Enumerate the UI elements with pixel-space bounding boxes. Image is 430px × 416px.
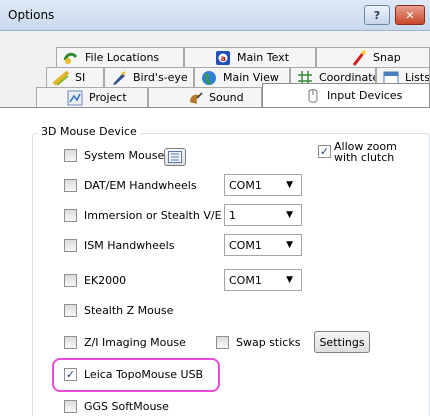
- zi-imaging-label: Z/I Imaging Mouse: [84, 336, 186, 349]
- sound-icon: [187, 90, 203, 106]
- ek2000-port-select[interactable]: COM1 ▼: [224, 269, 302, 291]
- leica-option[interactable]: ✓ Leica TopoMouse USB: [64, 368, 203, 381]
- window-title: Options: [8, 8, 55, 22]
- title-bar[interactable]: Options ? ✕: [0, 0, 430, 31]
- ism-port-select[interactable]: COM1 ▼: [224, 234, 302, 256]
- dat-em-option[interactable]: DAT/EM Handwheels: [64, 179, 197, 192]
- dat-em-checkbox[interactable]: [64, 179, 77, 192]
- help-button[interactable]: ?: [364, 5, 390, 25]
- svg-text:a: a: [221, 54, 226, 63]
- ism-checkbox[interactable]: [64, 239, 77, 252]
- chevron-down-icon: ▼: [286, 180, 293, 190]
- immersion-option[interactable]: Immersion or Stealth V/E: [64, 209, 222, 222]
- system-mouse-checkbox[interactable]: [64, 149, 77, 162]
- tab-input-devices[interactable]: Input Devices: [262, 83, 430, 107]
- ism-option[interactable]: ISM Handwheels: [64, 239, 174, 252]
- dat-em-port-select[interactable]: COM1 ▼: [224, 174, 302, 196]
- system-mouse-option[interactable]: System Mouse: [64, 149, 164, 162]
- immersion-value-select[interactable]: 1 ▼: [224, 204, 302, 226]
- tab-snap[interactable]: Snap: [316, 47, 430, 67]
- chevron-down-icon: ▼: [286, 240, 293, 250]
- ek2000-option[interactable]: EK2000: [64, 274, 126, 287]
- tab-birdseye-label: Bird's-eye: [133, 71, 188, 84]
- chevron-down-icon: ▼: [286, 275, 293, 285]
- dat-em-port-value: COM1: [229, 178, 262, 192]
- tab-project[interactable]: Project: [36, 87, 148, 107]
- close-button[interactable]: ✕: [395, 5, 425, 25]
- ggs-label: GGS SoftMouse: [84, 400, 169, 413]
- ek2000-checkbox[interactable]: [64, 274, 77, 287]
- file-locations-icon: [63, 50, 79, 66]
- swap-sticks-checkbox[interactable]: [216, 336, 229, 349]
- dat-em-label: DAT/EM Handwheels: [84, 179, 197, 192]
- stealth-z-checkbox[interactable]: [64, 304, 77, 317]
- immersion-label: Immersion or Stealth V/E: [84, 209, 222, 222]
- settings-button[interactable]: Settings: [314, 331, 370, 353]
- ism-label: ISM Handwheels: [84, 239, 175, 252]
- ek2000-port-value: COM1: [229, 273, 262, 287]
- tab-file-locations[interactable]: File Locations: [56, 47, 184, 67]
- main-text-icon: a: [215, 50, 231, 66]
- tab-birdseye[interactable]: Bird's-eye: [104, 67, 194, 87]
- tab-sound[interactable]: Sound: [148, 87, 262, 107]
- stealth-z-option[interactable]: Stealth Z Mouse: [64, 304, 173, 317]
- allow-zoom-option[interactable]: ✓ Allow zoom with clutch: [318, 141, 397, 163]
- immersion-value: 1: [229, 208, 236, 222]
- si-icon: [52, 69, 70, 86]
- leica-checkbox[interactable]: ✓: [64, 368, 77, 381]
- main-view-icon: [201, 70, 217, 86]
- zi-imaging-checkbox[interactable]: [64, 336, 77, 349]
- tab-input-devices-label: Input Devices: [327, 89, 403, 102]
- system-mouse-config-button[interactable]: [164, 148, 186, 166]
- ggs-option[interactable]: GGS SoftMouse: [64, 400, 169, 413]
- options-dialog: Options ? ✕ File Locations a Main Text S…: [0, 0, 430, 416]
- input-devices-icon: [305, 88, 321, 104]
- allow-zoom-label: Allow zoom with clutch: [334, 141, 397, 163]
- tab-si-label: SI: [75, 71, 86, 84]
- ggs-checkbox[interactable]: [64, 400, 77, 413]
- leica-label: Leica TopoMouse USB: [84, 368, 204, 381]
- tab-file-locations-label: File Locations: [85, 51, 160, 64]
- tab-snap-label: Snap: [373, 51, 401, 64]
- chevron-down-icon: ▼: [286, 210, 293, 220]
- stealth-z-label: Stealth Z Mouse: [84, 304, 174, 317]
- tab-main-text-label: Main Text: [237, 51, 290, 64]
- group-legend: 3D Mouse Device: [38, 125, 140, 138]
- ek2000-label: EK2000: [84, 274, 127, 287]
- tab-main-text[interactable]: a Main Text: [184, 47, 316, 67]
- swap-sticks-label: Swap sticks: [236, 336, 301, 349]
- config-grid-icon: [168, 151, 182, 163]
- immersion-checkbox[interactable]: [64, 209, 77, 222]
- birdseye-icon: [111, 70, 127, 86]
- tab-si[interactable]: SI: [46, 67, 104, 87]
- system-mouse-label: System Mouse: [84, 149, 165, 162]
- zi-imaging-option[interactable]: Z/I Imaging Mouse: [64, 336, 186, 349]
- allow-zoom-checkbox[interactable]: ✓: [318, 145, 331, 158]
- tab-project-label: Project: [89, 91, 127, 104]
- snap-icon: [351, 49, 367, 66]
- ism-port-value: COM1: [229, 238, 262, 252]
- tab-sound-label: Sound: [209, 91, 244, 104]
- tab-strip: File Locations a Main Text Snap SI Bird'…: [0, 31, 430, 111]
- allow-zoom-label-line2: with clutch: [334, 151, 395, 164]
- project-icon: [67, 90, 83, 106]
- swap-sticks-option[interactable]: Swap sticks: [216, 336, 300, 349]
